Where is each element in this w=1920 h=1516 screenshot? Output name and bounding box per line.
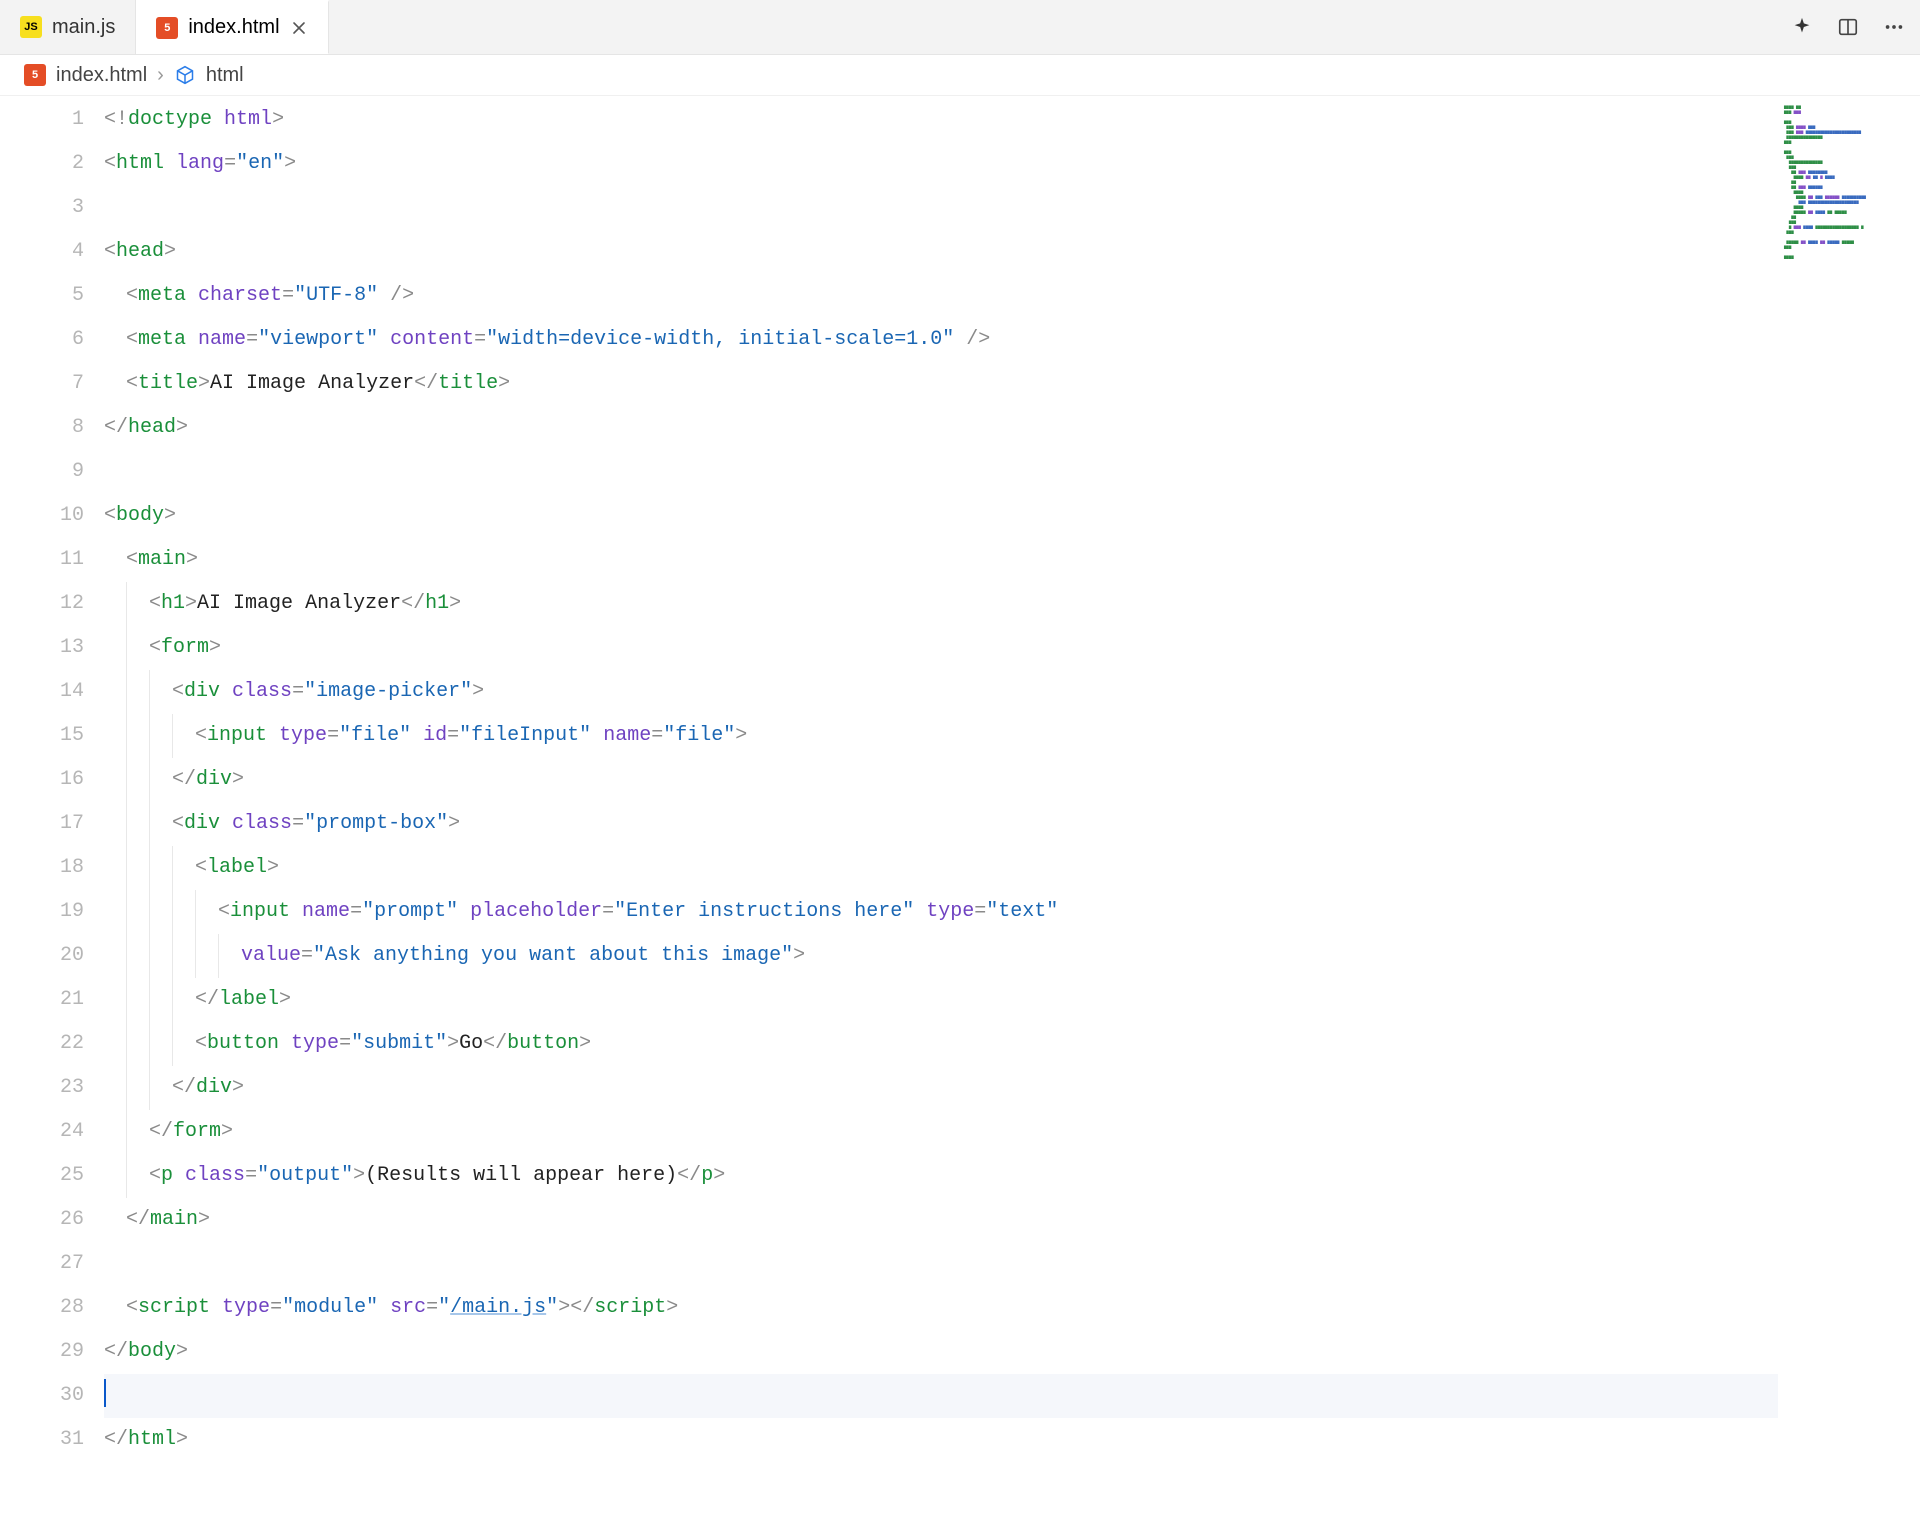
line-number: 16	[0, 758, 84, 802]
breadcrumb-file[interactable]: index.html	[56, 64, 147, 87]
line-number: 13	[0, 626, 84, 670]
code-area[interactable]: <!doctype html><html lang="en"><head><me…	[104, 96, 1920, 1516]
code-line[interactable]: <body>	[104, 494, 1920, 538]
code-line[interactable]: value="Ask anything you want about this …	[104, 934, 1920, 978]
code-line[interactable]: <label>	[104, 846, 1920, 890]
line-number: 8	[0, 406, 84, 450]
split-editor-icon[interactable]	[1836, 15, 1860, 39]
html-icon: 5	[156, 17, 178, 39]
code-line[interactable]: </label>	[104, 978, 1920, 1022]
line-number: 2	[0, 142, 84, 186]
line-number: 5	[0, 274, 84, 318]
cube-icon	[174, 64, 196, 86]
tab-main-js[interactable]: JS main.js	[0, 0, 136, 54]
line-number: 11	[0, 538, 84, 582]
code-line[interactable]: <script type="module" src="/main.js"></s…	[104, 1286, 1920, 1330]
line-number: 30	[0, 1374, 84, 1418]
tab-label: index.html	[188, 16, 279, 39]
code-line[interactable]: <form>	[104, 626, 1920, 670]
line-number: 4	[0, 230, 84, 274]
code-line[interactable]: </div>	[104, 758, 1920, 802]
line-number: 19	[0, 890, 84, 934]
code-line[interactable]: </div>	[104, 1066, 1920, 1110]
editor[interactable]: 1234567891011121314151617181920212223242…	[0, 96, 1920, 1516]
code-line[interactable]: </body>	[104, 1330, 1920, 1374]
code-line[interactable]: <input type="file" id="fileInput" name="…	[104, 714, 1920, 758]
code-line[interactable]: <div class="prompt-box">	[104, 802, 1920, 846]
chevron-right-icon: ›	[157, 64, 164, 87]
js-icon: JS	[20, 16, 42, 38]
code-line[interactable]: </html>	[104, 1418, 1920, 1462]
code-line[interactable]: <div class="image-picker">	[104, 670, 1920, 714]
line-number: 26	[0, 1198, 84, 1242]
cursor	[104, 1379, 106, 1407]
sparkle-icon[interactable]	[1790, 15, 1814, 39]
line-number: 21	[0, 978, 84, 1022]
line-number: 7	[0, 362, 84, 406]
line-number: 10	[0, 494, 84, 538]
line-number: 28	[0, 1286, 84, 1330]
code-line[interactable]: <title>AI Image Analyzer</title>	[104, 362, 1920, 406]
line-number: 9	[0, 450, 84, 494]
code-line[interactable]: <meta name="viewport" content="width=dev…	[104, 318, 1920, 362]
code-line[interactable]	[104, 186, 1920, 230]
tab-actions	[1790, 0, 1920, 54]
line-number: 25	[0, 1154, 84, 1198]
code-line[interactable]: <html lang="en">	[104, 142, 1920, 186]
line-number: 20	[0, 934, 84, 978]
code-line[interactable]: <h1>AI Image Analyzer</h1>	[104, 582, 1920, 626]
code-line[interactable]: <button type="submit">Go</button>	[104, 1022, 1920, 1066]
code-line[interactable]: <!doctype html>	[104, 98, 1920, 142]
code-line[interactable]: </main>	[104, 1198, 1920, 1242]
line-number: 31	[0, 1418, 84, 1462]
minimap[interactable]: ▆▆▆▆ ▆▆ ▆▆▆ ▆▆▆ ▆▆▆ ▆▆▆ ▆▆▆▆ ▆▆▆ ▆▆▆ ▆▆▆…	[1778, 96, 1920, 1516]
line-number: 17	[0, 802, 84, 846]
close-icon[interactable]	[290, 19, 308, 37]
line-number: 18	[0, 846, 84, 890]
code-line[interactable]: <meta charset="UTF-8" />	[104, 274, 1920, 318]
line-number: 12	[0, 582, 84, 626]
tab-index-html[interactable]: 5 index.html	[136, 0, 328, 54]
code-line[interactable]: <main>	[104, 538, 1920, 582]
line-number: 29	[0, 1330, 84, 1374]
code-line[interactable]: <head>	[104, 230, 1920, 274]
line-number: 27	[0, 1242, 84, 1286]
code-line[interactable]: <p class="output">(Results will appear h…	[104, 1154, 1920, 1198]
code-line[interactable]: <input name="prompt" placeholder="Enter …	[104, 890, 1920, 934]
code-line[interactable]	[104, 1242, 1920, 1286]
line-number: 3	[0, 186, 84, 230]
breadcrumb: 5 index.html › html	[0, 55, 1920, 96]
line-number: 14	[0, 670, 84, 714]
line-number: 6	[0, 318, 84, 362]
line-number: 15	[0, 714, 84, 758]
code-line[interactable]: </form>	[104, 1110, 1920, 1154]
line-number-gutter: 1234567891011121314151617181920212223242…	[0, 96, 104, 1516]
line-number: 24	[0, 1110, 84, 1154]
tab-label: main.js	[52, 16, 115, 39]
more-icon[interactable]	[1882, 15, 1906, 39]
breadcrumb-symbol[interactable]: html	[206, 64, 244, 87]
html-icon: 5	[24, 64, 46, 86]
code-line[interactable]: </head>	[104, 406, 1920, 450]
line-number: 23	[0, 1066, 84, 1110]
line-number: 1	[0, 98, 84, 142]
tab-bar: JS main.js 5 index.html	[0, 0, 1920, 55]
code-line[interactable]	[104, 450, 1920, 494]
code-line[interactable]	[104, 1374, 1920, 1418]
line-number: 22	[0, 1022, 84, 1066]
